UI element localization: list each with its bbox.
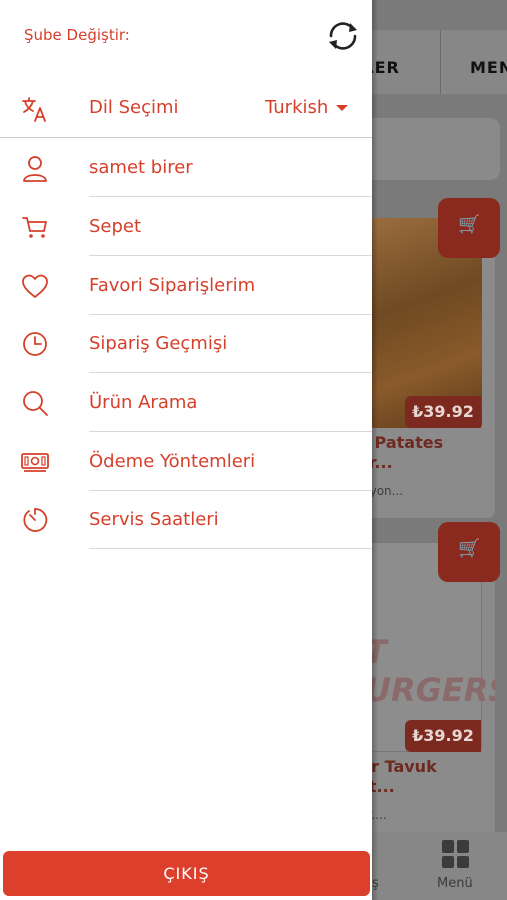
menu-item-label: Servis Saatleri — [89, 509, 219, 530]
drawer-shadow — [372, 0, 378, 900]
divider — [89, 196, 372, 197]
menu-item-service-hours[interactable]: Servis Saatleri — [0, 491, 372, 549]
menu-item-profile[interactable]: samet birer — [0, 139, 372, 197]
chevron-down-icon[interactable] — [336, 105, 348, 111]
side-drawer: Şube Değiştir: Dil Seçimi Turkish samet … — [0, 0, 372, 900]
language-label: Dil Seçimi — [89, 97, 179, 118]
money-icon — [21, 453, 49, 472]
menu-item-cart[interactable]: Sepet — [0, 198, 372, 256]
translate-icon — [22, 97, 46, 122]
search-icon — [23, 391, 48, 416]
divider — [89, 372, 372, 373]
menu-item-payment-methods[interactable]: Ödeme Yöntemleri — [0, 433, 372, 491]
divider — [89, 255, 372, 256]
bottom-nav-menu-label: Menü — [437, 876, 473, 891]
menu-item-label: Ödeme Yöntemleri — [89, 451, 256, 472]
menu-item-label: Sipariş Geçmişi — [89, 333, 228, 354]
add-to-cart-button — [438, 522, 500, 582]
menu-item-label: Sepet — [89, 216, 142, 237]
refresh-icon[interactable] — [323, 16, 363, 56]
add-to-cart-button — [438, 198, 500, 258]
clock-icon — [23, 332, 47, 356]
divider — [89, 431, 372, 432]
menu-item-order-history[interactable]: Sipariş Geçmişi — [0, 315, 372, 373]
language-value[interactable]: Turkish — [265, 97, 328, 118]
menu-item-label: samet birer — [89, 157, 193, 178]
tab-partial-2: MEN — [470, 58, 507, 77]
product-title: tır Tavuk et... — [358, 757, 495, 797]
menu-item-product-search[interactable]: Ürün Arama — [0, 374, 372, 432]
user-icon — [23, 156, 47, 182]
language-selector[interactable]: Dil Seçimi Turkish — [0, 78, 372, 138]
logout-button[interactable]: ÇIKIŞ — [3, 851, 370, 896]
product-price: ₺39.92 — [405, 396, 481, 428]
menu-item-label: Ürün Arama — [89, 392, 198, 413]
product-title: lı Patates ar... — [358, 433, 495, 473]
timer-icon — [23, 508, 48, 532]
divider — [89, 548, 372, 549]
branch-change-label: Şube Değiştir: — [24, 26, 130, 44]
grid-icon — [442, 840, 470, 868]
product-image-text: T URGERS — [365, 633, 495, 709]
cart-icon — [22, 217, 47, 238]
menu-item-label: Favori Siparişlerim — [89, 275, 256, 296]
menu-item-favorites[interactable]: Favori Siparişlerim — [0, 257, 372, 315]
tab-divider — [440, 30, 441, 94]
heart-icon — [22, 274, 48, 298]
product-price: ₺39.92 — [405, 720, 481, 752]
